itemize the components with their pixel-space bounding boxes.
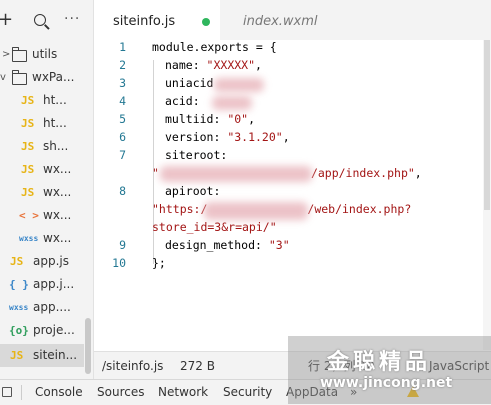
tree-item-file[interactable]: JS sh... <box>0 135 92 158</box>
line-number: 5 <box>119 112 126 126</box>
project-file-icon: {o} <box>9 324 29 337</box>
more-icon[interactable]: ··· <box>64 12 80 26</box>
code-line: }; <box>152 256 166 270</box>
code-line: acid: <box>165 94 200 108</box>
file-explorer: + ··· > utils v wxPa... JS ht... JS ht..… <box>0 0 94 379</box>
wxml-file-icon: < > <box>19 209 39 222</box>
tree-item-utils[interactable]: > utils <box>0 43 92 66</box>
redacted-blur <box>214 78 264 92</box>
tree-item-file[interactable]: JS ht... <box>0 112 92 135</box>
tree-item-file[interactable]: wxss wx... <box>0 227 92 250</box>
js-file-icon: JS <box>21 94 35 107</box>
tree-item-label: app.j... <box>33 277 75 291</box>
tree-item-label: ht... <box>43 93 67 107</box>
tab-sources[interactable]: Sources <box>97 380 144 405</box>
js-file-icon: JS <box>10 349 24 362</box>
tree-item-label: app.js <box>33 254 69 268</box>
tree-item-label: wx... <box>43 231 72 245</box>
line-number: 10 <box>112 256 126 270</box>
code-line: version: "3.1.20", <box>165 130 290 144</box>
tree-item-label: app.... <box>33 300 71 314</box>
json-file-icon: { } <box>9 278 29 291</box>
editor-scroll-thumb[interactable] <box>484 40 490 210</box>
redacted-blur <box>204 202 308 220</box>
tree-item-label: proje... <box>33 323 75 337</box>
code-line: module.exports = { <box>152 40 277 54</box>
folder-open-icon <box>12 70 27 85</box>
wxss-file-icon: wxss <box>19 234 39 243</box>
watermark-url: www.jincong.net <box>320 375 453 391</box>
tab-index-wxml[interactable]: index.wxml <box>220 0 370 40</box>
line-number: 4 <box>119 94 126 108</box>
wxss-file-icon: wxss <box>9 303 29 312</box>
tab-label: siteinfo.js <box>113 14 176 29</box>
divider <box>21 385 22 400</box>
watermark-title: 金聪精品 <box>327 350 432 375</box>
tree-item-file[interactable]: JS app.js <box>0 250 92 273</box>
code-line: uniacid <box>165 76 214 90</box>
tab-label: index.wxml <box>243 14 318 29</box>
line-number: 3 <box>119 76 126 90</box>
editor-tabs: siteinfo.js index.wxml <box>94 0 491 41</box>
tree-item-file[interactable]: JS ht... <box>0 89 92 112</box>
js-file-icon: JS <box>21 186 35 199</box>
chevron-down-icon: v <box>0 72 6 83</box>
tree-item-label: wx... <box>43 185 72 199</box>
tab-security[interactable]: Security <box>223 380 272 405</box>
js-file-icon: JS <box>21 117 35 130</box>
chevron-right-icon: > <box>2 49 11 60</box>
file-size: 272 B <box>180 359 215 373</box>
redacted-blur <box>212 96 252 110</box>
tree-item-file[interactable]: { } app.j... <box>0 273 92 296</box>
line-number: 9 <box>119 238 126 252</box>
line-number: 6 <box>119 130 126 144</box>
inspect-icon[interactable] <box>2 387 12 397</box>
unsaved-dot-icon <box>202 18 210 26</box>
line-number: 8 <box>119 184 126 198</box>
tree-item-file[interactable]: < > wx... <box>0 204 92 227</box>
code-editor[interactable]: 1 module.exports = { 2 name: "XXXXX", 3 … <box>94 40 483 350</box>
search-icon[interactable] <box>34 14 46 26</box>
tree-item-file[interactable]: JS wx... <box>0 158 92 181</box>
tree-item-label: ht... <box>43 116 67 130</box>
tree-item-label: wx... <box>43 162 72 176</box>
tree-item-file[interactable]: wxss app.... <box>0 296 92 319</box>
js-file-icon: JS <box>21 140 35 153</box>
tree-item-label: wxPa... <box>32 70 75 84</box>
tree-item-label: sitein... <box>33 348 78 362</box>
sidebar-scrollbar[interactable] <box>85 318 91 374</box>
folder-icon <box>12 47 27 62</box>
tab-network[interactable]: Network <box>158 380 208 405</box>
code-line: name: "XXXXX", <box>165 58 262 72</box>
line-number: 2 <box>119 58 126 72</box>
redacted-blur <box>160 166 312 182</box>
code-line: multiid: "0", <box>165 112 256 126</box>
add-file-icon[interactable]: + <box>0 11 13 29</box>
tree-item-label: sh... <box>43 139 69 153</box>
js-file-icon: JS <box>21 163 35 176</box>
tree-item-label: wx... <box>43 208 72 222</box>
editor-scrollbar[interactable] <box>483 40 491 350</box>
tree-item-label: utils <box>32 47 58 61</box>
tab-console[interactable]: Console <box>35 380 83 405</box>
line-number: 1 <box>119 40 126 54</box>
tree-item-file[interactable]: JS wx... <box>0 181 92 204</box>
code-line-wrap: store_id=3&r=api/" <box>152 220 277 234</box>
file-path: /siteinfo.js <box>102 359 164 373</box>
tree-item-wxparse[interactable]: v wxPa... <box>0 66 92 89</box>
tree-item-file-selected[interactable]: JS sitein... <box>0 344 84 367</box>
code-line: siteroot: <box>165 148 228 162</box>
line-number: 7 <box>119 148 126 162</box>
code-line: design_method: "3" <box>165 238 290 252</box>
js-file-icon: JS <box>10 255 24 268</box>
code-line: apiroot: <box>165 184 221 198</box>
tab-siteinfo[interactable]: siteinfo.js <box>94 0 220 40</box>
tree-item-file[interactable]: {o} proje... <box>0 319 84 342</box>
explorer-toolbar: + ··· <box>0 0 93 40</box>
